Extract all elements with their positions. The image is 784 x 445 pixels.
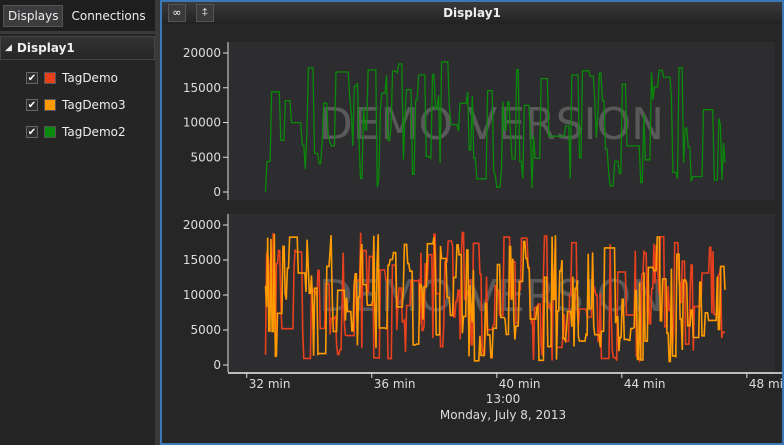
tree-group-display1[interactable]: ◢ Display1: [0, 36, 155, 60]
y-tick-label: 5000: [190, 323, 221, 337]
left-panel: Displays Connections ◢ Display1 ✔ TagDemo …: [0, 0, 155, 445]
tag-item-tagdemo2[interactable]: ✔ TagDemo2: [0, 118, 155, 145]
color-swatch[interactable]: [44, 71, 56, 84]
y-tick-label: 5000: [190, 150, 221, 164]
x-date-label: Monday, July 8, 2013: [440, 408, 566, 422]
tag-label: TagDemo: [62, 70, 118, 85]
y-tick-label: 10000: [183, 116, 221, 130]
watermark: DEMO VERSION: [319, 271, 664, 322]
tag-label: TagDemo3: [62, 97, 126, 112]
display-title: Display1: [443, 6, 501, 20]
y-tick-label: 20000: [183, 46, 221, 60]
x-tick-label: 44 min: [624, 377, 666, 391]
x-tick-label: 32 min: [249, 377, 291, 391]
watermark: DEMO VERSION: [319, 99, 664, 150]
checkbox[interactable]: ✔: [26, 125, 38, 138]
y-tick-label: 0: [213, 185, 221, 199]
y-tick-label: 20000: [183, 218, 221, 232]
group-label: Display1: [16, 41, 75, 55]
checkbox[interactable]: ✔: [26, 71, 38, 84]
checkbox[interactable]: ✔: [26, 98, 38, 111]
tab-displays[interactable]: Displays: [3, 4, 64, 27]
x-tick-label: 48 min: [749, 377, 782, 391]
x-time-label: 13:00: [486, 392, 521, 406]
display-panel: ∞ ⍏ Display1 0 5000 10000 15000 20000 DEMO VE…: [160, 0, 784, 445]
x-tick-label: 36 min: [374, 377, 416, 391]
display-header: ∞ ⍏ Display1: [162, 2, 782, 24]
tag-label: TagDemo2: [62, 124, 126, 139]
tab-connections[interactable]: Connections: [67, 6, 149, 26]
x-tick-label: 40 min: [499, 377, 541, 391]
color-swatch[interactable]: [44, 98, 56, 111]
y-tick-label: 10000: [183, 288, 221, 302]
y-tick-label: 15000: [183, 81, 221, 95]
color-swatch[interactable]: [44, 125, 56, 138]
panel-tabs: Displays Connections: [0, 0, 155, 34]
tag-item-tagdemo[interactable]: ✔ TagDemo: [0, 64, 155, 91]
y-tick-label: 0: [213, 358, 221, 372]
expand-triangle-icon[interactable]: ◢: [5, 43, 12, 53]
tag-item-tagdemo3[interactable]: ✔ TagDemo3: [0, 91, 155, 118]
y-tick-label: 15000: [183, 253, 221, 267]
trend-charts[interactable]: 0 5000 10000 15000 20000 DEMO VERSION 0 5000 100…: [162, 24, 782, 443]
